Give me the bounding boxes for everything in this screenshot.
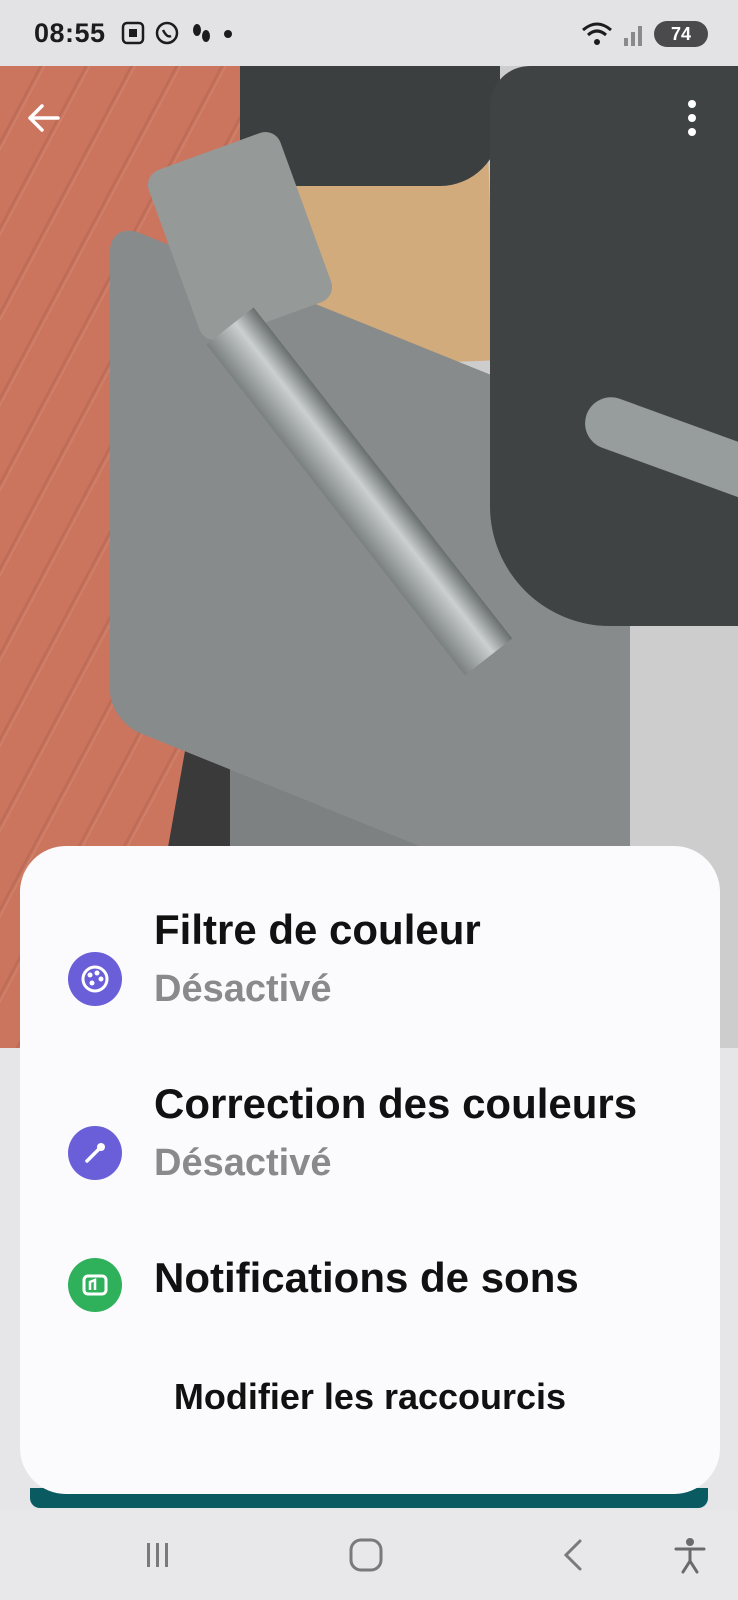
shortcut-title: Correction des couleurs [154, 1080, 638, 1127]
navigation-bar [0, 1510, 738, 1600]
shortcut-status: Désactivé [154, 968, 332, 1010]
shortcut-status: Désactivé [154, 1142, 332, 1184]
battery-indicator: 74 [654, 21, 708, 47]
signal-icon [624, 26, 642, 46]
status-notification-icons [120, 20, 234, 46]
back-button[interactable] [22, 96, 66, 140]
nav-recents-button[interactable] [128, 1530, 188, 1580]
status-time: 08:55 [34, 18, 106, 48]
more-vertical-icon [688, 100, 696, 136]
shortcut-title: Filtre de couleur [154, 906, 481, 953]
shortcut-sound-notifications[interactable]: Notifications de sons [20, 1254, 720, 1334]
nav-accessibility-button[interactable] [660, 1530, 720, 1580]
home-icon [349, 1538, 383, 1572]
shortcut-color-filter[interactable]: Filtre de couleur Désactivé [20, 906, 720, 1046]
sound-notification-icon [68, 1258, 122, 1312]
battery-level: 74 [670, 23, 692, 44]
eyedropper-icon [68, 1126, 122, 1180]
palette-icon [68, 952, 122, 1006]
wifi-icon [582, 22, 612, 45]
status-system-icons: 74 [580, 20, 708, 48]
shortcut-title: Notifications de sons [154, 1254, 579, 1301]
status-bar: 08:55 74 [0, 0, 738, 66]
back-arrow-icon [28, 104, 60, 132]
steps-icon [193, 24, 210, 42]
nav-back-button[interactable] [544, 1530, 604, 1580]
recents-icon [147, 1543, 168, 1567]
nav-home-button[interactable] [336, 1530, 396, 1580]
whatsapp-icon [155, 21, 179, 45]
accessibility-icon [674, 1538, 706, 1574]
back-icon [563, 1539, 582, 1571]
shortcut-color-correction[interactable]: Correction des couleurs Désactivé [20, 1080, 720, 1220]
edit-shortcuts-button[interactable]: Modifier les raccourcis [20, 1376, 720, 1418]
dot-icon [224, 30, 232, 38]
more-options-button[interactable] [670, 96, 714, 140]
accessibility-shortcut-dialog: Filtre de couleur Désactivé Correction d… [20, 846, 720, 1494]
screenshot-icon [121, 21, 145, 45]
